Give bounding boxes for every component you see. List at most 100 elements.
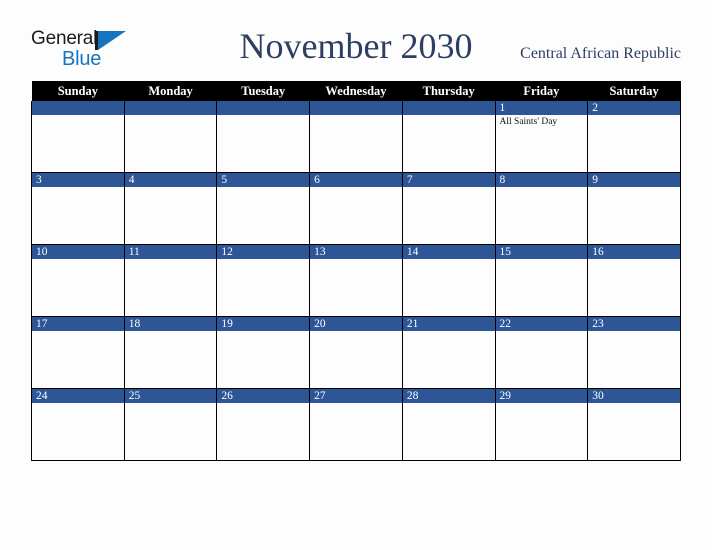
day-events: All Saints' Day (496, 115, 588, 128)
day-number: 10 (32, 245, 124, 259)
calendar-day-cell[interactable]: 8 (494, 172, 589, 245)
calendar-day-cell[interactable]: 1 All Saints' Day (494, 101, 589, 173)
day-cell-content: 6 (310, 173, 402, 244)
calendar-day-cell[interactable]: 27 (309, 388, 403, 461)
day-number: 18 (124, 317, 217, 331)
day-cell-content: 1 All Saints' Day (495, 101, 588, 172)
day-cell-content: 4 (124, 173, 217, 244)
calendar-day-cell[interactable]: 24 (31, 388, 125, 461)
day-number: 28 (402, 389, 495, 403)
day-cell-content: 8 (495, 173, 588, 244)
holiday-label: All Saints' Day (499, 117, 558, 127)
calendar-day-cell[interactable]: 13 (309, 244, 403, 317)
calendar-day-cell[interactable]: 26 (216, 388, 311, 461)
day-number: 17 (32, 317, 124, 331)
calendar-day-cell[interactable]: 2 (587, 101, 681, 173)
calendar-day-cell[interactable]: 3 (31, 172, 125, 245)
day-cell-content (32, 101, 124, 172)
day-cell-content: 7 (402, 173, 495, 244)
day-number: 30 (588, 389, 680, 403)
day-cell-content: 27 (310, 389, 402, 460)
day-cell-content: 19 (217, 317, 310, 388)
calendar-day-cell[interactable]: 16 (587, 244, 681, 317)
day-cell-content (310, 101, 402, 172)
day-number: 23 (588, 317, 680, 331)
day-number: 2 (588, 101, 680, 115)
calendar-weekday-header-row: Sunday Monday Tuesday Wednesday Thursday… (31, 81, 681, 101)
weekday-header-wednesday: Wednesday (309, 81, 403, 101)
day-number: 5 (217, 173, 310, 187)
day-cell-content: 18 (124, 317, 217, 388)
calendar-day-cell[interactable] (216, 101, 311, 173)
calendar-day-cell[interactable]: 25 (123, 388, 218, 461)
calendar-day-cell[interactable] (309, 101, 403, 173)
calendar-day-cell[interactable]: 10 (31, 244, 125, 317)
day-number: 3 (32, 173, 124, 187)
day-cell-content (217, 101, 310, 172)
calendar-day-cell[interactable]: 11 (123, 244, 218, 317)
day-cell-content: 28 (402, 389, 495, 460)
calendar-table: Sunday Monday Tuesday Wednesday Thursday… (31, 81, 681, 461)
calendar-day-cell[interactable]: 18 (123, 316, 218, 389)
day-number: 13 (310, 245, 402, 259)
day-number: 8 (495, 173, 588, 187)
calendar-week-row: 3456789 (31, 172, 681, 245)
weekday-header-saturday: Saturday (587, 81, 681, 101)
calendar-week-row: 1 All Saints' Day 2 (31, 101, 681, 173)
day-cell-content (402, 101, 495, 172)
day-cell-content: 20 (310, 317, 402, 388)
day-cell-content: 17 (32, 317, 124, 388)
calendar-day-cell[interactable]: 19 (216, 316, 311, 389)
calendar-day-cell[interactable]: 14 (401, 244, 496, 317)
calendar-week-row: 24 25 26 27 28 29 30 (31, 388, 681, 461)
day-number: 24 (32, 389, 124, 403)
day-number: 21 (402, 317, 495, 331)
day-cell-content: 12 (217, 245, 310, 316)
calendar-day-cell[interactable]: 9 (587, 172, 681, 245)
day-cell-content: 26 (217, 389, 310, 460)
day-number: 27 (310, 389, 402, 403)
calendar-day-cell[interactable]: 5 (216, 172, 311, 245)
day-cell-content (124, 101, 217, 172)
calendar-day-cell[interactable]: 21 (401, 316, 496, 389)
weekday-header-friday: Friday (495, 81, 588, 101)
calendar-day-cell[interactable] (31, 101, 125, 173)
day-number: 15 (495, 245, 588, 259)
day-cell-content: 22 (495, 317, 588, 388)
calendar-day-cell[interactable] (401, 101, 496, 173)
day-cell-content: 23 (588, 317, 680, 388)
calendar-day-cell[interactable]: 22 (494, 316, 589, 389)
day-number: 25 (124, 389, 217, 403)
day-cell-content: 10 (32, 245, 124, 316)
day-cell-content: 16 (588, 245, 680, 316)
calendar-week-row: 17 18 19 20 21 22 23 (31, 316, 681, 389)
day-number-empty (217, 101, 310, 115)
calendar-day-cell[interactable]: 4 (123, 172, 218, 245)
calendar-day-cell[interactable]: 12 (216, 244, 311, 317)
day-cell-content: 25 (124, 389, 217, 460)
calendar-day-cell[interactable]: 23 (587, 316, 681, 389)
weekday-header-tuesday: Tuesday (216, 81, 310, 101)
calendar-day-cell[interactable]: 28 (401, 388, 496, 461)
calendar-day-cell[interactable]: 20 (309, 316, 403, 389)
day-cell-content: 30 (588, 389, 680, 460)
calendar-day-cell[interactable]: 17 (31, 316, 125, 389)
day-number: 26 (217, 389, 310, 403)
day-cell-content: 21 (402, 317, 495, 388)
day-number: 29 (495, 389, 588, 403)
day-cell-content: 3 (32, 173, 124, 244)
weekday-header-monday: Monday (124, 81, 217, 101)
calendar-page: General Blue November 2030 Central Afric… (0, 0, 712, 550)
calendar-day-cell[interactable]: 29 (494, 388, 589, 461)
calendar-day-cell[interactable]: 15 (494, 244, 589, 317)
day-cell-content: 15 (495, 245, 588, 316)
day-number-empty (310, 101, 402, 115)
page-header: General Blue November 2030 Central Afric… (0, 0, 712, 78)
calendar-day-cell[interactable] (123, 101, 218, 173)
day-number: 6 (310, 173, 402, 187)
calendar-day-cell[interactable]: 6 (309, 172, 403, 245)
calendar-day-cell[interactable]: 7 (401, 172, 496, 245)
day-cell-content: 11 (124, 245, 217, 316)
calendar-day-cell[interactable]: 30 (587, 388, 681, 461)
day-number-empty (124, 101, 217, 115)
